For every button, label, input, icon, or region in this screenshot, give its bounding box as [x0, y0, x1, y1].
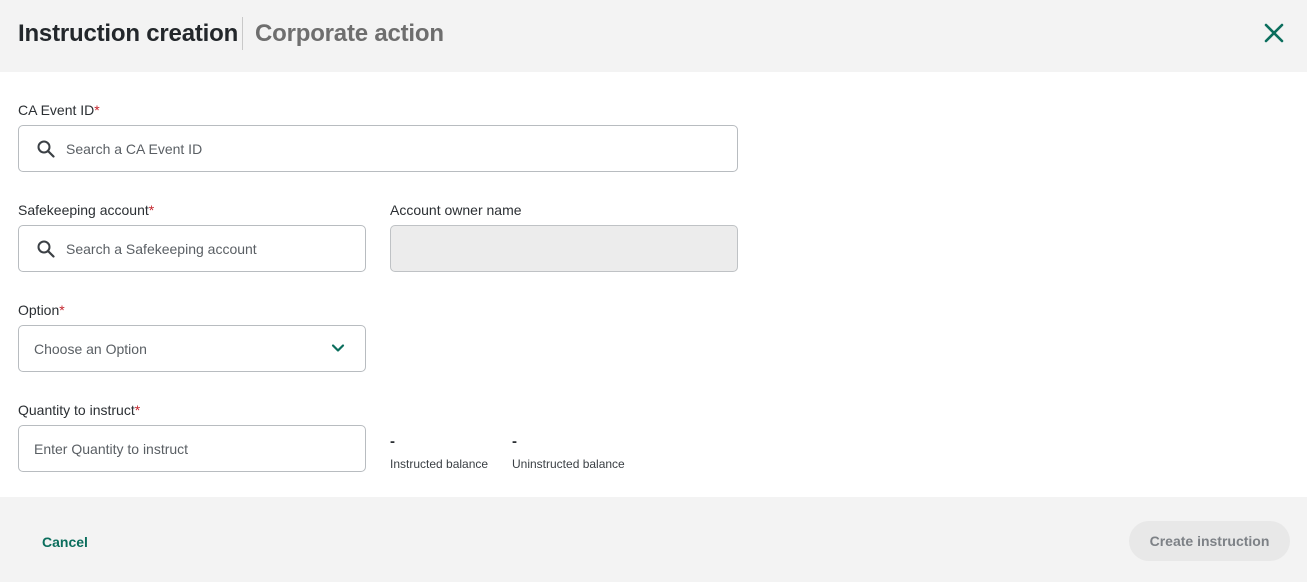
account-owner-name-label: Account owner name	[390, 202, 522, 218]
quantity-placeholder: Enter Quantity to instruct	[34, 441, 189, 457]
required-marker: *	[134, 402, 141, 418]
dialog-title: Instruction creation	[18, 20, 239, 47]
required-marker: *	[94, 102, 100, 118]
instructed-balance-label: Instructed balance	[390, 457, 489, 471]
uninstructed-balance-value: -	[512, 433, 517, 450]
uninstructed-balance-label: Uninstructed balance	[512, 457, 625, 471]
chevron-down-icon	[331, 344, 345, 352]
close-button[interactable]	[1260, 19, 1288, 47]
dialog-subtitle: Corporate action	[255, 20, 444, 47]
dialog-header: Instruction creation Corporate action	[0, 0, 1307, 72]
option-select[interactable]: Choose an Option	[18, 325, 366, 372]
required-marker: *	[59, 302, 65, 318]
option-placeholder: Choose an Option	[34, 341, 147, 357]
quantity-label-text: Quantity to instruct	[18, 402, 135, 418]
instructed-balance-value: -	[390, 433, 395, 450]
safekeeping-account-placeholder: Search a Safekeeping account	[66, 241, 257, 257]
safekeeping-account-label: Safekeeping account*	[18, 202, 154, 218]
create-instruction-button[interactable]: Create instruction	[1129, 521, 1290, 561]
close-icon	[1264, 23, 1284, 43]
required-marker: *	[148, 202, 155, 218]
cancel-button[interactable]: Cancel	[42, 534, 88, 550]
ca-event-id-label: CA Event ID*	[18, 102, 100, 118]
quantity-label: Quantity to instruct*	[18, 402, 140, 418]
ca-event-id-input[interactable]: Search a CA Event ID	[18, 125, 738, 172]
ca-event-id-label-text: CA Event ID	[18, 102, 95, 118]
safekeeping-account-label-text: Safekeeping account	[18, 202, 149, 218]
quantity-input[interactable]: Enter Quantity to instruct	[18, 425, 366, 472]
search-icon	[37, 140, 55, 158]
safekeeping-account-input[interactable]: Search a Safekeeping account	[18, 225, 366, 272]
option-label-text: Option	[18, 302, 60, 318]
option-label: Option*	[18, 302, 65, 318]
title-divider	[242, 17, 243, 50]
dialog-footer: Cancel Create instruction	[0, 497, 1307, 582]
ca-event-id-placeholder: Search a CA Event ID	[66, 141, 203, 157]
account-owner-name-field	[390, 225, 738, 272]
search-icon	[37, 240, 55, 258]
